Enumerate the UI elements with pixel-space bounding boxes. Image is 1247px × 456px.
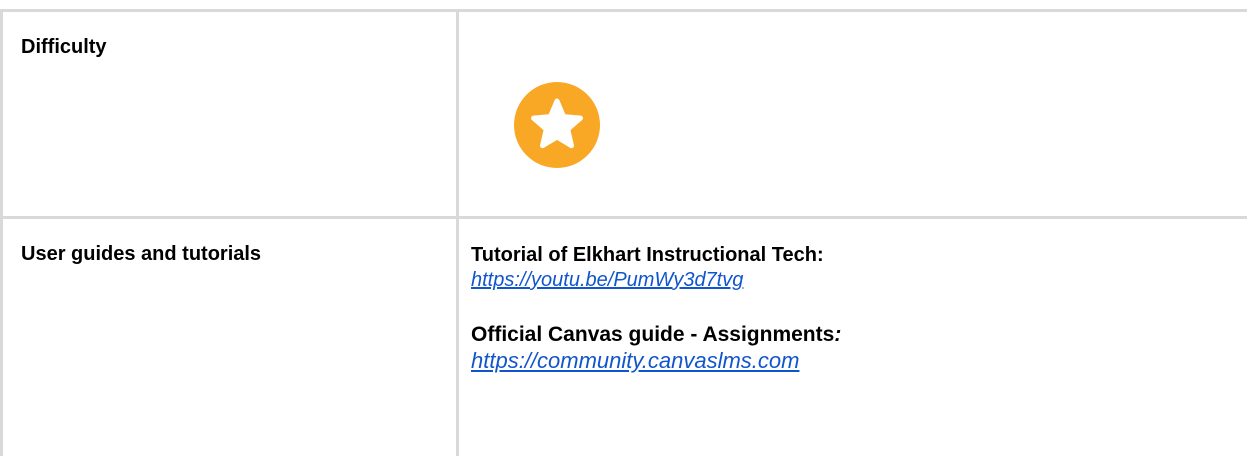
resource-heading-text: Official Canvas guide - Assignments [471,323,835,346]
info-table: Difficulty User guides and tutorials Tut… [0,9,1247,456]
table-column-divider [456,9,459,456]
table-border-left [0,9,3,456]
table-border-top [0,9,1247,12]
resource-heading-suffix: : [834,323,842,346]
resource-heading: Official Canvas guide - Assignments: [471,323,1231,347]
resource-item: Official Canvas guide - Assignments: htt… [471,323,1231,375]
user-guides-label: User guides and tutorials [21,243,262,265]
difficulty-label: Difficulty [21,36,107,58]
user-guides-content: Tutorial of Elkhart Instructional Tech: … [471,243,1231,375]
resource-link[interactable]: https://youtu.be/PumWy3d7tvg [471,267,743,293]
resource-link[interactable]: https://community.canvaslms.com [471,347,799,375]
resource-item: Tutorial of Elkhart Instructional Tech: … [471,243,1231,293]
star-circle-icon [514,82,600,168]
table-row-divider [0,216,1247,219]
resource-heading: Tutorial of Elkhart Instructional Tech: [471,244,824,266]
